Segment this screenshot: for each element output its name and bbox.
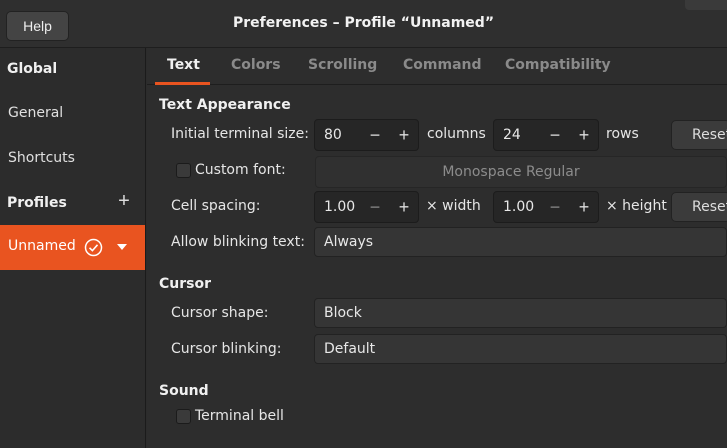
font-chooser-button[interactable]: Monospace Regular: [315, 156, 727, 188]
minus-icon[interactable]: −: [541, 120, 569, 150]
cell-spacing-label: Cell spacing:: [171, 198, 261, 214]
initial-size-label: Initial terminal size:: [171, 126, 309, 142]
tab-bar: Text Colors Scrolling Command Compatibil…: [147, 48, 727, 85]
height-value[interactable]: 1.00: [503, 199, 534, 215]
tab-scrolling[interactable]: Scrolling: [308, 57, 377, 73]
sound-heading: Sound: [159, 383, 209, 399]
active-tab-indicator: [155, 82, 210, 85]
width-value[interactable]: 1.00: [324, 199, 355, 215]
tab-command[interactable]: Command: [403, 57, 482, 73]
reset-size-button[interactable]: Reset: [671, 120, 727, 150]
cursor-blinking-value: Default: [324, 341, 376, 357]
sidebar-item-general[interactable]: General: [8, 105, 63, 121]
reset-spacing-button[interactable]: Reset: [671, 192, 727, 222]
cursor-blinking-label: Cursor blinking:: [171, 341, 282, 357]
blink-text-dropdown[interactable]: Always: [314, 227, 727, 257]
profile-menu-chevron-down-icon[interactable]: [117, 244, 127, 251]
cursor-heading: Cursor: [159, 276, 212, 292]
plus-icon[interactable]: +: [390, 192, 418, 222]
sidebar: Global General Shortcuts Profiles + Unna…: [0, 48, 146, 448]
sidebar-item-shortcuts[interactable]: Shortcuts: [8, 150, 75, 166]
rows-spinner[interactable]: 24 − +: [493, 119, 599, 151]
cursor-shape-label: Cursor shape:: [171, 305, 269, 321]
blink-text-label: Allow blinking text:: [171, 234, 305, 250]
minus-icon[interactable]: −: [361, 192, 389, 222]
custom-font-label[interactable]: Custom font:: [195, 162, 286, 178]
plus-icon[interactable]: +: [390, 120, 418, 150]
height-unit: × height: [606, 198, 667, 214]
profile-label: Unnamed: [8, 238, 76, 254]
width-spacing-spinner[interactable]: 1.00 − +: [314, 191, 419, 223]
add-profile-plus-icon[interactable]: +: [115, 191, 133, 211]
header-bar: Help Preferences – Profile “Unnamed”: [0, 0, 727, 48]
rows-unit: rows: [606, 126, 639, 142]
plus-icon[interactable]: +: [570, 120, 598, 150]
tab-compatibility[interactable]: Compatibility: [505, 57, 611, 73]
height-spacing-spinner[interactable]: 1.00 − +: [493, 191, 599, 223]
minus-icon[interactable]: −: [361, 120, 389, 150]
plus-icon[interactable]: +: [570, 192, 598, 222]
sidebar-item-profile-unnamed[interactable]: Unnamed: [0, 225, 145, 270]
window-controls: [685, 0, 727, 10]
minus-icon[interactable]: −: [541, 192, 569, 222]
cursor-blinking-dropdown[interactable]: Default: [314, 334, 727, 364]
cursor-shape-value: Block: [324, 305, 362, 321]
terminal-bell-checkbox[interactable]: [176, 409, 191, 424]
preferences-main: Text Colors Scrolling Command Compatibil…: [147, 48, 727, 448]
window-title: Preferences – Profile “Unnamed”: [232, 15, 495, 31]
columns-spinner[interactable]: 80 − +: [314, 119, 419, 151]
terminal-bell-label[interactable]: Terminal bell: [195, 408, 284, 424]
columns-value[interactable]: 80: [324, 127, 342, 143]
default-profile-check-icon: [84, 238, 103, 257]
columns-unit: columns: [427, 126, 486, 142]
text-appearance-heading: Text Appearance: [159, 97, 291, 113]
tab-colors[interactable]: Colors: [231, 57, 281, 73]
width-unit: × width: [426, 198, 481, 214]
custom-font-checkbox[interactable]: [176, 163, 191, 178]
rows-value[interactable]: 24: [503, 127, 521, 143]
tab-text[interactable]: Text: [167, 57, 200, 73]
cursor-shape-dropdown[interactable]: Block: [314, 298, 727, 328]
global-heading: Global: [7, 61, 58, 77]
profiles-heading: Profiles: [7, 195, 67, 211]
blink-text-value: Always: [324, 234, 374, 250]
